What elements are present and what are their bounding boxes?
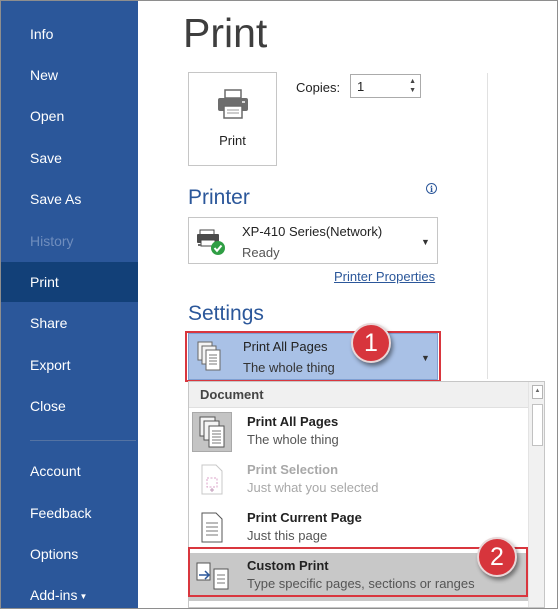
sidebar-item-close[interactable]: Close (1, 386, 138, 426)
copies-stepper[interactable]: 1 ▲ ▼ (350, 74, 421, 98)
annotation-badge-1: 1 (351, 323, 391, 363)
printer-name: XP-410 Series(Network) (242, 224, 383, 239)
menu-option-print-current-page[interactable]: Print Current Page Just this page (189, 505, 528, 553)
menu-option-desc: The whole thing (247, 432, 339, 447)
printer-properties-link[interactable]: Printer Properties (334, 269, 435, 284)
copies-value: 1 (357, 79, 365, 94)
sidebar-item-account[interactable]: Account (1, 451, 138, 491)
sidebar-item-add-ins[interactable]: Add-ins ▼ (1, 575, 138, 608)
sidebar-item-add-ins-label: Add-ins (30, 587, 78, 603)
menu-option-title: Print Current Page (247, 510, 362, 525)
menu-section-header: Document (189, 382, 528, 408)
sidebar-item-history: History (30, 233, 74, 249)
backstage-window: Info New Open Save Save As History Print… (0, 0, 558, 609)
sidebar-item-options[interactable]: Options (1, 534, 138, 574)
menu-option-desc: Just what you selected (247, 480, 379, 495)
printer-heading: Printer (188, 186, 250, 209)
chevron-down-icon: ▼ (421, 237, 430, 247)
settings-heading: Settings (188, 302, 264, 325)
scroll-up-icon[interactable]: ▲ (532, 385, 543, 399)
annotation-outline-1 (185, 331, 441, 382)
spin-up-icon[interactable]: ▲ (409, 78, 416, 85)
menu-scrollbar[interactable]: ▲ (528, 382, 544, 607)
sidebar-item-feedback[interactable]: Feedback (1, 493, 138, 533)
sidebar-item-new[interactable]: New (1, 55, 138, 95)
sidebar-item-share[interactable]: Share (1, 303, 138, 343)
menu-option-print-all-pages[interactable]: Print All Pages The whole thing (189, 409, 528, 457)
spin-down-icon[interactable]: ▼ (409, 87, 416, 94)
sidebar-item-print[interactable]: Print (1, 262, 138, 302)
page-title: Print (183, 10, 268, 56)
menu-option-title: Print Selection (247, 462, 339, 477)
menu-option-print-selection: Print Selection Just what you selected (189, 457, 528, 505)
info-icon[interactable]: i (426, 183, 437, 194)
print-selection-icon (192, 460, 232, 500)
printer-status: Ready (242, 245, 280, 260)
print-button[interactable]: Print (188, 72, 277, 166)
sidebar-item-export[interactable]: Export (1, 345, 138, 385)
sidebar-item-save-as[interactable]: Save As (1, 179, 138, 219)
print-current-page-icon (192, 508, 232, 548)
caret-down-icon: ▼ (79, 592, 88, 601)
sidebar-item-save[interactable]: Save (1, 138, 138, 178)
scroll-thumb[interactable] (532, 404, 543, 446)
sidebar-divider (30, 440, 136, 441)
backstage-sidebar: Info New Open Save Save As History Print… (1, 1, 138, 608)
copies-label: Copies: (296, 80, 341, 95)
sidebar-item-open[interactable]: Open (1, 96, 138, 136)
printer-icon (218, 89, 248, 119)
print-all-pages-icon (192, 412, 232, 452)
print-button-label: Print (219, 133, 246, 148)
column-divider (487, 73, 488, 379)
menu-option-desc: Just this page (247, 528, 328, 543)
menu-section-label: Document (200, 387, 264, 402)
menu-option-title: Print All Pages (247, 414, 339, 429)
printer-dropdown[interactable]: XP-410 Series(Network) Ready ▼ (188, 217, 438, 264)
annotation-badge-2: 2 (477, 537, 517, 577)
sidebar-item-info[interactable]: Info (1, 14, 138, 54)
network-printer-icon (197, 229, 225, 255)
